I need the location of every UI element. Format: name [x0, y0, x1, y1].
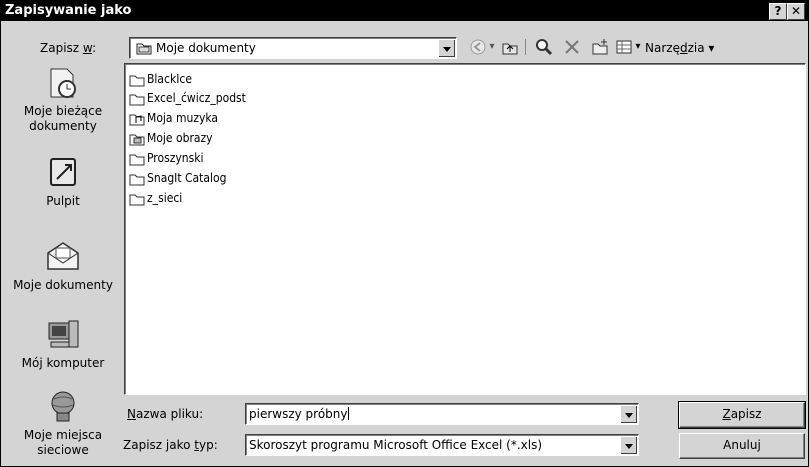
views-dropdown-icon[interactable]: ▾: [633, 38, 643, 56]
filetype-dropdown-arrow[interactable]: [620, 436, 637, 454]
title-bar: Zapisywanie jako ? ✕: [1, 1, 808, 21]
views-icon[interactable]: [615, 38, 633, 56]
save-in-combo[interactable]: Moje dokumenty: [129, 37, 457, 59]
place-label: Mój komputer: [21, 356, 105, 370]
folder-icon: [129, 94, 145, 106]
filetype-select[interactable]: Skoroszyt programu Microsoft Office Exce…: [245, 434, 639, 456]
save-in-label: Zapisz w:: [40, 41, 97, 55]
save-as-dialog: Zapisywanie jako ? ✕ Zapisz w: Moje doku…: [0, 0, 809, 467]
desktop-icon: [50, 158, 76, 186]
delete-icon[interactable]: [563, 38, 581, 56]
save-in-value: Moje dokumenty: [156, 41, 256, 55]
up-folder-icon[interactable]: [501, 38, 519, 56]
filename-dropdown-arrow[interactable]: [620, 405, 637, 423]
place-my-documents[interactable]: Moje dokumenty: [5, 239, 121, 293]
place-desktop[interactable]: Pulpit: [5, 155, 121, 209]
folder-icon: [129, 194, 145, 206]
text-caret: [347, 407, 349, 420]
filetype-value: Skoroszyt programu Microsoft Office Exce…: [249, 438, 543, 452]
place-label: Moje dokumenty: [13, 278, 113, 292]
save-button[interactable]: Zapisz: [678, 401, 806, 429]
places-bar: Moje bieżące dokumenty Pulpit Moje dokum…: [5, 59, 121, 463]
place-label: Moje bieżące dokumenty: [23, 104, 103, 133]
help-button[interactable]: ?: [769, 3, 787, 20]
my-computer-icon: [48, 320, 79, 348]
back-icon[interactable]: [469, 38, 487, 56]
file-list[interactable]: BlackIce Excel_ćwicz_podst Moja muzyka M…: [124, 63, 806, 395]
folder-icon: [129, 174, 145, 186]
new-folder-icon[interactable]: [591, 38, 609, 56]
place-label: Moje miejsca sieciowe: [23, 428, 103, 457]
filename-value: pierwszy próbny: [249, 407, 348, 421]
filename-input[interactable]: pierwszy próbny: [245, 403, 639, 425]
toolbar-separator: [525, 39, 526, 55]
folder-icon: [129, 154, 145, 166]
search-web-icon[interactable]: [535, 38, 553, 56]
close-button[interactable]: ✕: [787, 3, 805, 20]
window-title: Zapisywanie jako: [5, 3, 132, 18]
save-in-dropdown-arrow[interactable]: [438, 39, 455, 57]
recent-documents-icon: [50, 68, 76, 98]
music-folder-icon: [129, 114, 145, 126]
tools-menu[interactable]: Narzędzia ▾: [645, 41, 714, 55]
filetype-label: Zapisz jako typ:: [123, 438, 218, 452]
network-places-icon: [51, 391, 75, 422]
my-documents-icon: [47, 242, 79, 270]
my-documents-small-icon: [136, 43, 152, 55]
back-dropdown-icon[interactable]: ▾: [487, 38, 497, 56]
folder-icon: [129, 75, 145, 87]
pictures-folder-icon: [129, 134, 145, 146]
filename-label: Nazwa pliku:: [127, 407, 204, 421]
cancel-button[interactable]: Anuluj: [679, 433, 805, 459]
place-network[interactable]: Moje miejsca sieciowe: [5, 389, 121, 458]
place-my-computer[interactable]: Mój komputer: [5, 317, 121, 371]
place-recent-documents[interactable]: Moje bieżące dokumenty: [5, 65, 121, 134]
place-label: Pulpit: [46, 194, 80, 208]
